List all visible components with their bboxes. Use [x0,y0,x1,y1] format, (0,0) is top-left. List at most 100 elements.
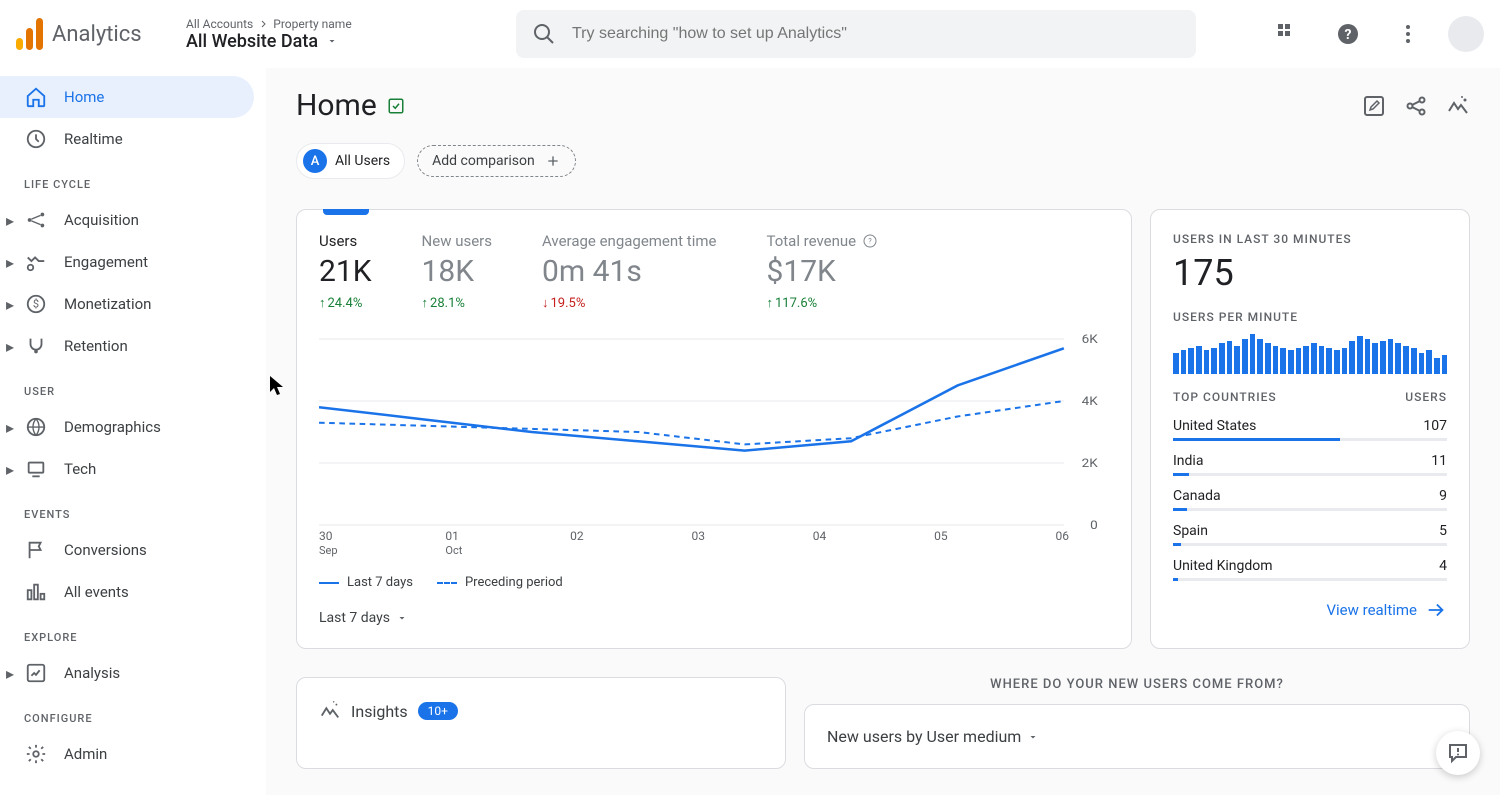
nav-monetization[interactable]: ▸ $ Monetization [0,283,266,325]
country-row: India11 [1173,445,1447,473]
nav-monetization-label: Monetization [64,295,151,313]
expand-icon[interactable]: ▸ [6,253,14,272]
line-chart: 6K 4K 2K 0 [319,329,1109,529]
help-button[interactable]: ? [1328,14,1368,54]
breadcrumb[interactable]: All Accounts Property name All Website D… [186,17,486,52]
customize-icon[interactable] [1362,94,1386,118]
header-actions: ? [1268,14,1484,54]
metric-users[interactable]: Users 21K ↑24.4% [319,232,422,311]
svg-text:?: ? [868,237,872,246]
insights-badge: 10+ [418,702,458,720]
breadcrumb-view[interactable]: All Website Data [186,31,486,52]
expand-icon[interactable]: ▸ [6,418,14,437]
realtime-card: USERS IN LAST 30 MINUTES 175 USERS PER M… [1150,209,1470,649]
more-button[interactable] [1388,14,1428,54]
section-explore: EXPLORE [0,613,266,652]
analytics-logo-icon [16,18,44,50]
spark-bar [1296,348,1302,374]
insights-header: Insights 10+ [319,700,763,722]
nav-home[interactable]: Home [0,76,254,118]
expand-icon[interactable]: ▸ [6,211,14,230]
expand-icon[interactable]: ▸ [6,460,14,479]
chip-a-badge: A [303,149,327,173]
spark-bar [1419,353,1425,374]
solid-line-icon [319,582,339,584]
search-icon [532,22,556,46]
nav-demographics[interactable]: ▸ Demographics [0,406,266,448]
metric-avg-engagement-value: 0m 41s [542,254,716,289]
expand-icon[interactable]: ▸ [6,337,14,356]
x-tick: 04 [813,529,827,557]
per-minute-label: USERS PER MINUTE [1173,310,1447,324]
spark-bar [1395,343,1401,374]
spark-bar [1242,339,1248,374]
metric-avg-engagement-change: ↓19.5% [542,295,716,311]
nav-admin[interactable]: Admin [0,733,266,775]
nav-tech-label: Tech [64,460,96,478]
nav-retention[interactable]: ▸ Retention [0,325,266,367]
arrow-right-icon [1425,599,1447,621]
app-header: Analytics All Accounts Property name All… [0,0,1500,68]
spark-bar [1211,348,1217,374]
apps-button[interactable] [1268,14,1308,54]
page-title: Home [296,88,377,123]
arrow-up-icon: ↑ [319,295,326,311]
spark-bar [1403,346,1409,374]
nav-admin-label: Admin [64,745,107,763]
nav-retention-label: Retention [64,337,128,355]
section-configure: CONFIGURE [0,694,266,733]
engagement-icon [24,250,48,274]
search-box[interactable] [516,10,1196,58]
brand-text: Analytics [52,22,142,47]
metric-avg-engagement[interactable]: Average engagement time 0m 41s ↓19.5% [542,232,766,311]
chip-all-users[interactable]: A All Users [296,143,405,179]
svg-text:2K: 2K [1082,457,1099,471]
spark-bar [1380,341,1386,374]
chart-x-labels: 30Sep01Oct0203040506 [319,529,1109,557]
svg-text:$: $ [33,298,39,311]
metric-total-revenue[interactable]: Total revenue? $17K ↑117.6% [766,232,928,311]
svg-text:?: ? [1345,27,1352,43]
section-title: WHERE DO YOUR NEW USERS COME FROM? [804,677,1470,692]
share-icon[interactable] [1404,94,1428,118]
metric-avg-engagement-label: Average engagement time [542,232,716,250]
more-vert-icon [1398,24,1418,44]
logo-area[interactable]: Analytics [16,18,186,50]
help-circle-icon[interactable]: ? [862,233,878,249]
nav-conversions[interactable]: Conversions [0,529,266,571]
insights-card: Insights 10+ [296,677,786,769]
dropdown-icon [326,35,338,47]
country-bar [1173,543,1447,546]
user-avatar[interactable] [1448,16,1484,52]
active-tab-indicator [323,209,369,215]
page-title-row: Home [296,88,1470,123]
feedback-button[interactable] [1436,731,1480,775]
expand-icon[interactable]: ▸ [6,664,14,683]
expand-icon[interactable]: ▸ [6,295,14,314]
breadcrumb-path: All Accounts Property name [186,17,486,31]
country-bar [1173,438,1447,441]
arrow-up-icon: ↑ [766,295,773,311]
mouse-cursor-icon [270,376,284,396]
search-input[interactable] [572,25,1180,43]
metric-new-users-label: New users [422,232,492,250]
add-comparison-button[interactable]: Add comparison [417,145,576,177]
nav-all-events[interactable]: All events [0,571,266,613]
countries-header-country: TOP COUNTRIES [1173,390,1277,404]
insights-icon[interactable] [1446,94,1470,118]
nav-acquisition[interactable]: ▸ Acquisition [0,199,266,241]
nav-tech[interactable]: ▸ Tech [0,448,266,490]
date-range-selector[interactable]: Last 7 days [319,610,1109,626]
country-users: 11 [1431,453,1447,469]
apps-icon [1278,24,1298,44]
countries-header: TOP COUNTRIES USERS [1173,390,1447,410]
nav-realtime[interactable]: Realtime [0,118,266,160]
nav-engagement[interactable]: ▸ Engagement [0,241,266,283]
metric-new-users[interactable]: New users 18K ↑28.1% [422,232,542,311]
nav-analysis[interactable]: ▸ Analysis [0,652,266,694]
nav-analysis-label: Analysis [64,664,120,682]
cards-row: Users 21K ↑24.4% New users 18K ↑28.1% Av… [296,209,1470,649]
realtime-value: 175 [1173,252,1447,294]
medium-selector[interactable]: New users by User medium [827,727,1447,746]
view-realtime-link[interactable]: View realtime [1173,599,1447,621]
